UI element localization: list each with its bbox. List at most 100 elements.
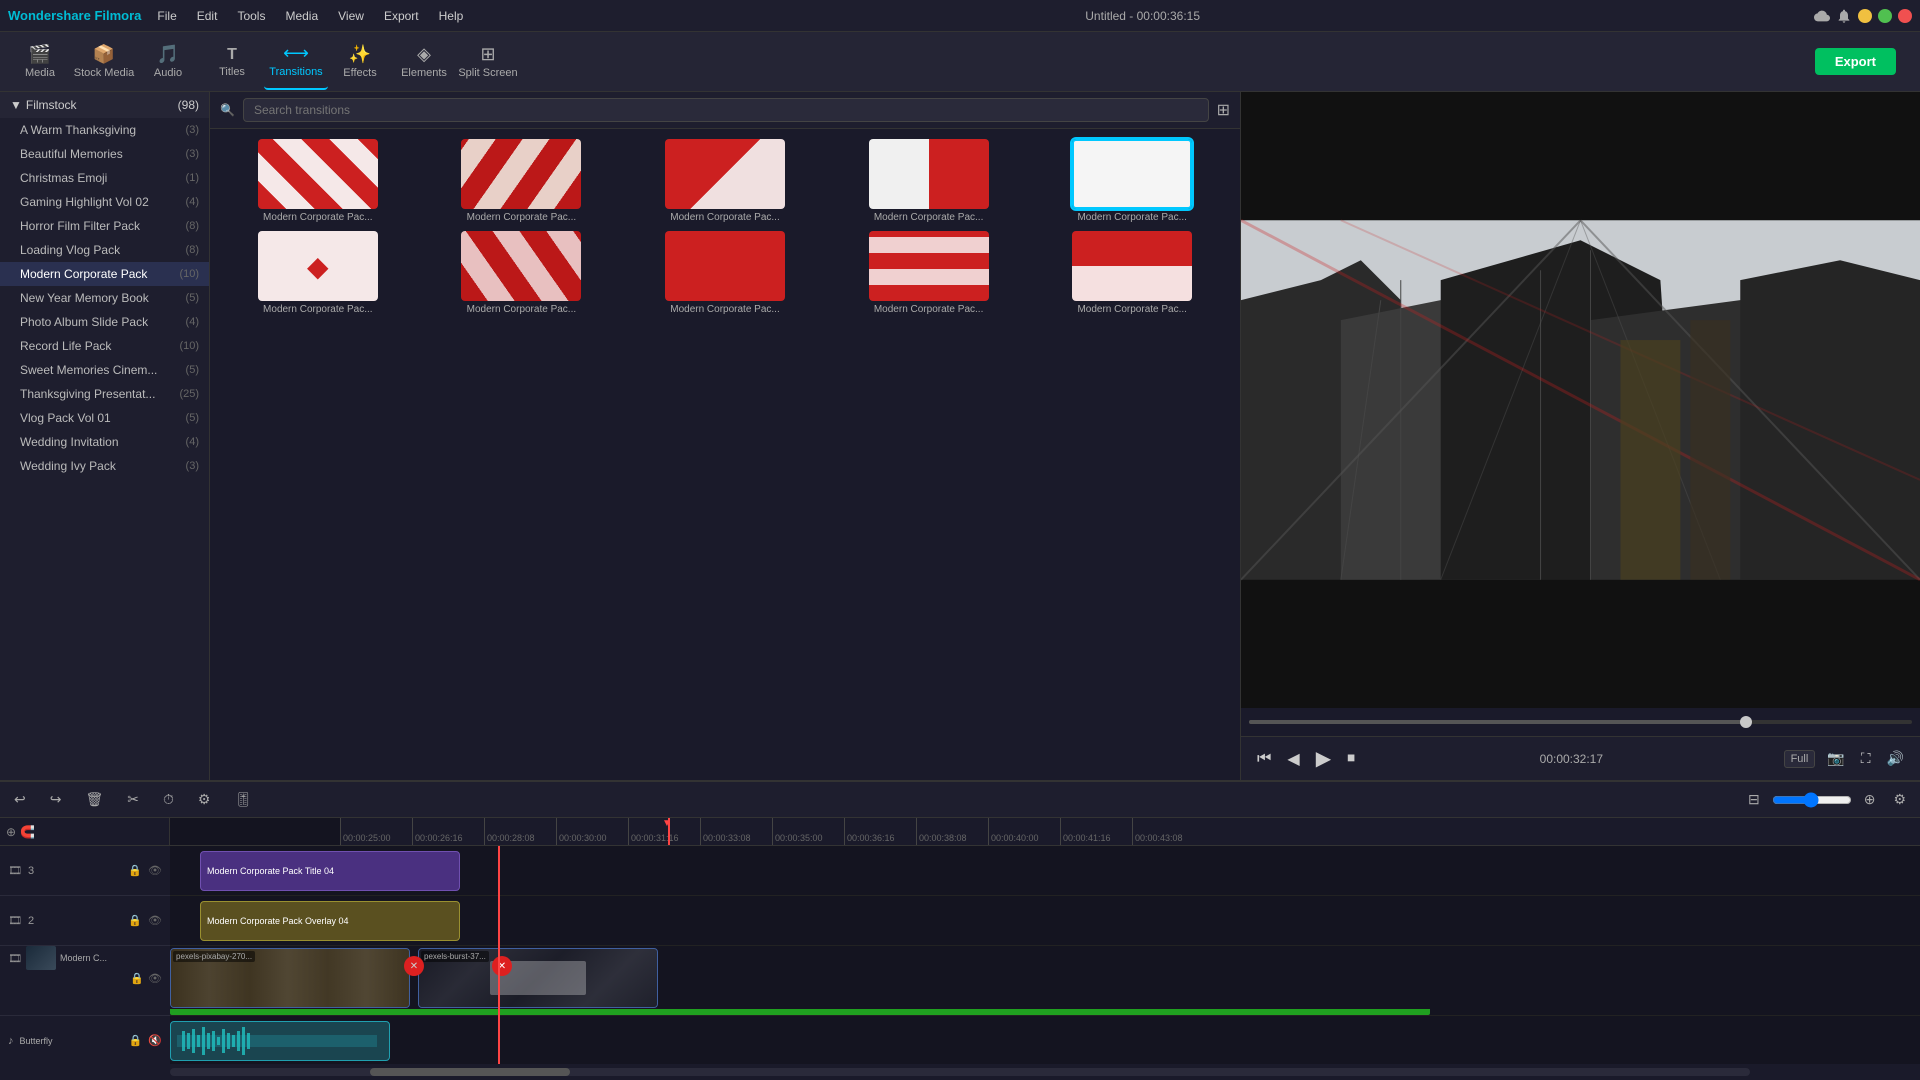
split-screen-icon: ⊞: [480, 44, 495, 65]
track-row-video3: Modern Corporate Pack Title 04: [170, 846, 1920, 896]
sidebar-item-christmas-emoji[interactable]: Christmas Emoji (1): [0, 166, 209, 190]
tool-stock-media[interactable]: 📦 Stock Media: [72, 34, 136, 90]
snapshot-button[interactable]: 📷: [1823, 746, 1848, 771]
sidebar-item-new-year-memory[interactable]: New Year Memory Book (5): [0, 286, 209, 310]
stop-button[interactable]: ⏹: [1343, 746, 1359, 772]
toolbar: 🎬 Media 📦 Stock Media 🎵 Audio T Titles ⟷…: [0, 32, 1920, 92]
track-mute-icon[interactable]: 🔇: [148, 1034, 162, 1047]
tool-titles[interactable]: T Titles: [200, 34, 264, 90]
duration-button[interactable]: ⏱: [157, 788, 180, 811]
sidebar-item-thanksgiving[interactable]: Thanksgiving Presentat... (25): [0, 382, 209, 406]
clip-video3[interactable]: Modern Corporate Pack Title 04: [200, 851, 460, 891]
undo-button[interactable]: ↩: [8, 788, 32, 811]
sidebar-item-record-life[interactable]: Record Life Pack (10): [0, 334, 209, 358]
prev-frame-button[interactable]: ⏮: [1253, 746, 1275, 772]
rewind-button[interactable]: ◀: [1283, 745, 1303, 773]
menu-tools[interactable]: Tools: [229, 7, 273, 25]
fullscreen-button[interactable]: ⛶: [1857, 746, 1875, 771]
clip-video2[interactable]: Modern Corporate Pack Overlay 04: [200, 901, 460, 941]
clip-audio1[interactable]: [170, 1021, 390, 1061]
sidebar-item-modern-corporate[interactable]: Modern Corporate Pack (10): [0, 262, 209, 286]
transition-item-1[interactable]: Modern Corporate Pac...: [220, 139, 416, 223]
sidebar-item-gaming-highlight[interactable]: Gaming Highlight Vol 02 (4): [0, 190, 209, 214]
sidebar-item-count: (3): [186, 124, 199, 136]
transition-item-5[interactable]: Modern Corporate Pac...: [1034, 139, 1230, 223]
track-lock-icon[interactable]: 🔒: [129, 1034, 143, 1047]
tool-audio[interactable]: 🎵 Audio: [136, 34, 200, 90]
sidebar-item-photo-album[interactable]: Photo Album Slide Pack (4): [0, 310, 209, 334]
menu-export[interactable]: Export: [376, 7, 427, 25]
ruler-mark: 00:00:36:16: [844, 818, 916, 845]
sidebar-item-beautiful-memories[interactable]: Beautiful Memories (3): [0, 142, 209, 166]
cloud-icon[interactable]: [1814, 8, 1830, 24]
sidebar-collapse-icon[interactable]: ▼: [10, 98, 22, 112]
delete-button[interactable]: 🗑: [79, 788, 109, 811]
audio-mix-button[interactable]: 🎚: [228, 788, 258, 811]
volume-button[interactable]: 🔊: [1883, 746, 1908, 771]
transition-item-10[interactable]: Modern Corporate Pac...: [1034, 231, 1230, 315]
zoom-fit-button[interactable]: ⊟: [1742, 788, 1766, 811]
zoom-in-button[interactable]: ⊕: [1858, 788, 1882, 811]
timeline-settings-button[interactable]: ⚙: [1887, 788, 1912, 811]
sidebar-item-sweet-memories[interactable]: Sweet Memories Cinem... (5): [0, 358, 209, 382]
minimize-button[interactable]: [1858, 9, 1872, 23]
sidebar-item-wedding-invitation[interactable]: Wedding Invitation (4): [0, 430, 209, 454]
track-lock-icon[interactable]: 🔒: [130, 972, 144, 985]
close-button[interactable]: [1898, 9, 1912, 23]
sidebar-item-warm-thanksgiving[interactable]: A Warm Thanksgiving (3): [0, 118, 209, 142]
sidebar-item-label: Vlog Pack Vol 01: [20, 411, 111, 425]
scrollbar-thumb[interactable]: [370, 1068, 570, 1076]
tool-media[interactable]: 🎬 Media: [8, 34, 72, 90]
media-icon: 🎬: [29, 44, 51, 65]
transition-item-2[interactable]: Modern Corporate Pac...: [424, 139, 620, 223]
clip-video1a[interactable]: pexels-pixabay-270...: [170, 948, 410, 1008]
tool-transitions[interactable]: ⟷ Transitions: [264, 34, 328, 90]
timeline-zoom-slider[interactable]: [1772, 792, 1852, 808]
track-visibility-icon[interactable]: 👁: [148, 972, 162, 985]
play-button[interactable]: ▶: [1312, 742, 1335, 775]
tool-titles-label: Titles: [219, 66, 245, 78]
cut-button[interactable]: ✂: [121, 788, 145, 811]
menu-help[interactable]: Help: [431, 7, 472, 25]
search-input[interactable]: [243, 98, 1209, 122]
transition-marker-1[interactable]: ✕: [404, 956, 424, 976]
tool-elements[interactable]: ◈ Elements: [392, 34, 456, 90]
preview-panel: ⏮ ◀ ▶ ⏹ 00:00:32:17 Full 📷 ⛶ 🔊: [1240, 92, 1920, 780]
track-visibility-icon[interactable]: 👁: [148, 864, 162, 877]
notification-icon[interactable]: [1836, 8, 1852, 24]
sidebar-item-loading-vlog[interactable]: Loading Vlog Pack (8): [0, 238, 209, 262]
title-bar-right[interactable]: [1814, 8, 1912, 24]
menu-file[interactable]: File: [149, 7, 184, 25]
adjust-button[interactable]: ⚙: [192, 788, 217, 811]
tool-effects[interactable]: ✨ Effects: [328, 34, 392, 90]
search-icon: 🔍: [220, 103, 235, 117]
track-lock-icon[interactable]: 🔒: [128, 864, 142, 877]
timeline-snap-icon[interactable]: 🧲: [20, 825, 35, 839]
sidebar-item-count: (5): [186, 292, 199, 304]
clip-video1b[interactable]: pexels-burst-37...: [418, 948, 658, 1008]
track-lock-icon[interactable]: 🔒: [128, 914, 142, 927]
menu-view[interactable]: View: [330, 7, 372, 25]
transition-item-9[interactable]: Modern Corporate Pac...: [831, 231, 1027, 315]
transition-marker-2[interactable]: ✕: [492, 956, 512, 976]
transition-item-7[interactable]: Modern Corporate Pac...: [424, 231, 620, 315]
add-track-icon[interactable]: ⊕: [6, 825, 16, 839]
tool-split-screen[interactable]: ⊞ Split Screen: [456, 34, 520, 90]
timeline-scrollbar: [0, 1064, 1920, 1080]
transition-item-4[interactable]: Modern Corporate Pac...: [831, 139, 1027, 223]
transition-item-8[interactable]: Modern Corporate Pac...: [627, 231, 823, 315]
sidebar-item-wedding-ivy[interactable]: Wedding Ivy Pack (3): [0, 454, 209, 478]
grid-view-icon[interactable]: ⊞: [1217, 100, 1230, 120]
transition-item-6[interactable]: Modern Corporate Pac...: [220, 231, 416, 315]
transition-label-9: Modern Corporate Pac...: [874, 304, 984, 315]
menu-media[interactable]: Media: [277, 7, 326, 25]
maximize-button[interactable]: [1878, 9, 1892, 23]
sidebar-item-vlog-pack[interactable]: Vlog Pack Vol 01 (5): [0, 406, 209, 430]
redo-button[interactable]: ↪: [44, 788, 68, 811]
export-button[interactable]: Export: [1815, 48, 1896, 75]
sidebar-item-horror-film[interactable]: Horror Film Filter Pack (8): [0, 214, 209, 238]
menu-edit[interactable]: Edit: [189, 7, 226, 25]
transition-item-3[interactable]: Modern Corporate Pac...: [627, 139, 823, 223]
track-visibility-icon[interactable]: 👁: [148, 914, 162, 927]
preview-quality[interactable]: Full: [1784, 750, 1816, 768]
